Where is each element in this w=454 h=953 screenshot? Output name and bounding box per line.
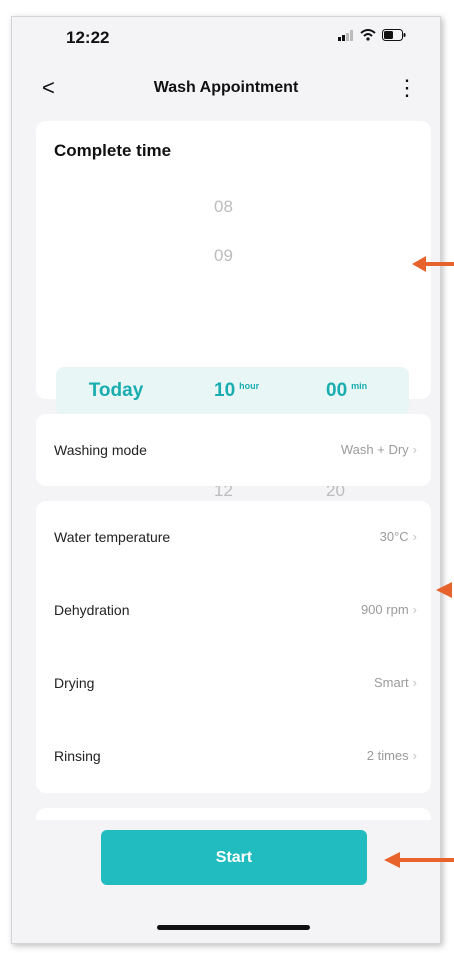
option-value: Smart ›: [373, 675, 417, 690]
chevron-right-icon: ›: [412, 602, 417, 617]
option-row[interactable]: Water temperature 30°C ›: [36, 501, 431, 574]
picker-row[interactable]: 08: [36, 189, 431, 237]
washing-mode-row[interactable]: Washing mode Wash + Dry ›: [36, 414, 431, 487]
option-row[interactable]: Rinsing 2 times ›: [36, 720, 431, 793]
picker-hour: 08: [214, 197, 254, 217]
picker-unit: min: [351, 380, 368, 391]
complete-time-card: Complete time 0809Today10hour00minTomorr…: [36, 121, 431, 500]
additional-options-card: [36, 808, 431, 820]
option-row[interactable]: Dehydration 900 rpm ›: [36, 574, 431, 647]
option-label: Dehydration: [54, 602, 130, 618]
start-button[interactable]: Start: [101, 830, 367, 885]
status-icons: [338, 29, 406, 41]
option-label: Rinsing: [54, 748, 101, 764]
washing-mode-value: Wash + Dry ›: [340, 442, 417, 457]
home-indicator: [157, 925, 310, 930]
picker-row[interactable]: 09: [36, 238, 431, 286]
battery-icon: [382, 29, 406, 41]
phone-screen: 12:22 < Wash Appointment ⋮ Complete time: [11, 16, 441, 944]
chevron-right-icon: ›: [412, 529, 417, 544]
washing-mode-label: Washing mode: [54, 442, 147, 458]
picker-row[interactable]: Today 10 hour 00 min: [36, 372, 431, 420]
option-label: Water temperature: [54, 529, 171, 545]
complete-time-title: Complete time: [54, 141, 172, 160]
wifi-icon: [360, 29, 376, 41]
picker-hour-text: 10: [214, 380, 236, 401]
picker-day: Today: [36, 380, 196, 402]
option-row[interactable]: Drying Smart ›: [36, 647, 431, 720]
picker-hour: 09: [214, 246, 254, 266]
option-label: Drying: [54, 675, 95, 691]
washing-mode-card: Washing mode Wash + Dry ›: [36, 414, 431, 486]
picker-hour-text: 08: [214, 197, 233, 216]
chevron-right-icon: ›: [412, 442, 417, 457]
picker-minute: 00 min: [326, 380, 396, 402]
picker-unit: hour: [239, 380, 260, 391]
annotation-arrow-left-icon: [436, 582, 452, 598]
picker-minute-text: 00: [326, 380, 348, 401]
option-value: 2 times ›: [366, 748, 417, 763]
status-bar: 12:22: [12, 17, 440, 57]
picker-hour: 10 hour: [214, 380, 259, 402]
page-title: Wash Appointment: [153, 79, 299, 96]
chevron-right-icon: ›: [412, 675, 417, 690]
annotation-arrow-left-icon: [412, 256, 454, 272]
status-time: 12:22: [66, 28, 110, 47]
chevron-right-icon: ›: [412, 748, 417, 763]
picker-day-text: Today: [88, 380, 144, 401]
nav-bar: < Wash Appointment ⋮: [12, 73, 440, 103]
more-options-button[interactable]: ⋮: [396, 73, 418, 103]
option-value: 30°C ›: [379, 529, 417, 544]
signal-icon: [338, 29, 353, 41]
wash-options-card: Water temperature 30°C › Dehydration 900 rpm…: [36, 501, 431, 793]
option-value: 900 rpm ›: [360, 602, 417, 617]
annotation-arrow-left-icon: [384, 852, 454, 868]
picker-hour-text: 09: [214, 246, 233, 265]
